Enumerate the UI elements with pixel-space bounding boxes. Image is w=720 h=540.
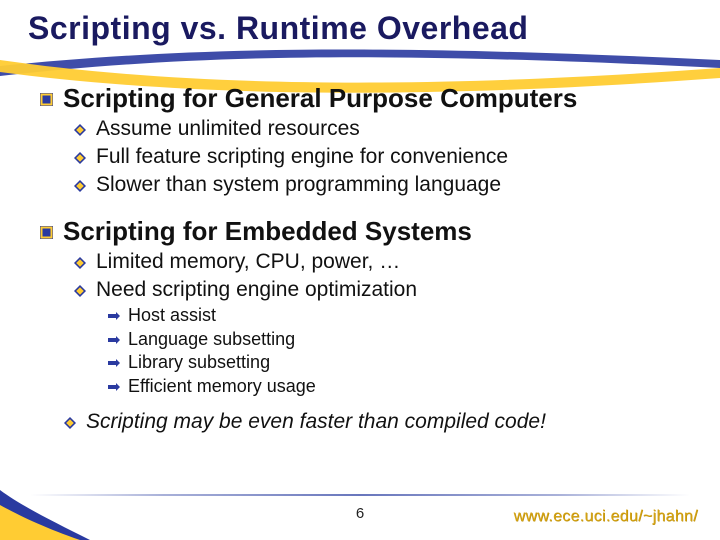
sub-bullet-item: Language subsetting (108, 328, 700, 351)
bullet-text: Assume unlimited resources (96, 116, 360, 142)
sub-bullet-text: Efficient memory usage (128, 375, 316, 398)
arrow-bullet-icon (108, 335, 120, 345)
closing-item: Scripting may be even faster than compil… (64, 409, 700, 435)
square-bullet-icon (40, 93, 53, 106)
bullet-item: Full feature scripting engine for conven… (74, 144, 700, 170)
sub-bullet-item: Library subsetting (108, 351, 700, 374)
square-bullet-icon (40, 226, 53, 239)
diamond-bullet-icon (64, 417, 76, 429)
slide-body: Scripting for General Purpose Computers … (40, 76, 700, 435)
section-heading: Scripting for Embedded Systems (40, 217, 700, 247)
sub-bullet-text: Language subsetting (128, 328, 295, 351)
sub-bullet-text: Library subsetting (128, 351, 270, 374)
diamond-bullet-icon (74, 124, 86, 136)
bullet-item: Assume unlimited resources (74, 116, 700, 142)
slide-title: Scripting vs. Runtime Overhead (28, 10, 528, 47)
bullet-item: Slower than system programming language (74, 172, 700, 198)
bullet-item: Limited memory, CPU, power, … (74, 249, 700, 275)
diamond-bullet-icon (74, 285, 86, 297)
bullet-text: Limited memory, CPU, power, … (96, 249, 400, 275)
section-heading: Scripting for General Purpose Computers (40, 84, 700, 114)
arrow-bullet-icon (108, 358, 120, 368)
section-heading-text: Scripting for Embedded Systems (63, 217, 472, 247)
bullet-item: Need scripting engine optimization (74, 277, 700, 303)
bullet-text: Slower than system programming language (96, 172, 501, 198)
footer-divider (30, 494, 690, 496)
bullet-text: Full feature scripting engine for conven… (96, 144, 508, 170)
diamond-bullet-icon (74, 180, 86, 192)
sub-bullet-text: Host assist (128, 304, 216, 327)
closing-text: Scripting may be even faster than compil… (86, 409, 546, 435)
sub-bullet-item: Efficient memory usage (108, 375, 700, 398)
bullet-text: Need scripting engine optimization (96, 277, 417, 303)
footer-url: www.ece.uci.edu/~jhahn/ (514, 508, 698, 526)
arrow-bullet-icon (108, 311, 120, 321)
sub-bullet-item: Host assist (108, 304, 700, 327)
arrow-bullet-icon (108, 382, 120, 392)
section-heading-text: Scripting for General Purpose Computers (63, 84, 577, 114)
diamond-bullet-icon (74, 257, 86, 269)
diamond-bullet-icon (74, 152, 86, 164)
